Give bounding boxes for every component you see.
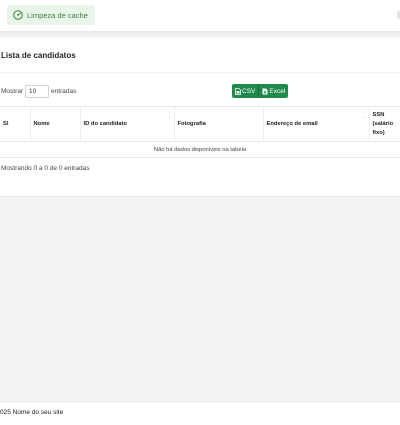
csv-file-icon <box>235 87 241 95</box>
column-label: Fotografia <box>177 120 206 127</box>
table-row: Não há dados disponíveis na tabela <box>0 141 400 158</box>
column-header-photo[interactable]: Fotografia <box>173 106 263 142</box>
table-header-row: Sl Nome ID do candidato ↑ ↓ Fotografia En… <box>0 106 400 142</box>
top-bar: Limpeza de cache <box>0 0 400 32</box>
entries-length-control: Mostrar 10 entradas <box>1 85 76 98</box>
clear-cache-label: Limpeza de cache <box>27 10 88 20</box>
table-info: Mostrando 0 a 0 de 0 entradas <box>1 165 90 172</box>
export-buttons: CSV Excel <box>232 84 289 98</box>
csv-label: CSV <box>242 87 256 95</box>
excel-label: Excel <box>269 87 286 95</box>
csv-button[interactable]: CSV <box>232 84 258 98</box>
column-label: Endereço de email <box>266 120 318 127</box>
gauge-icon <box>13 10 23 20</box>
page-title: Lista de candidatos <box>1 51 76 60</box>
column-header-name[interactable]: Nome <box>29 106 80 142</box>
column-label: ID do candidato <box>83 120 127 127</box>
sort-icon: ↑ ↓ <box>168 110 171 120</box>
column-header-sl[interactable]: Sl <box>0 106 30 142</box>
empty-table-message: Não há dados disponíveis na tabela <box>0 141 400 158</box>
card-divider <box>0 72 400 73</box>
column-header-candidate-id[interactable]: ID do candidato ↑ ↓ <box>79 106 174 142</box>
sort-icon: ↑ ↓ <box>363 110 366 120</box>
length-prefix: Mostrar <box>1 88 24 95</box>
column-label: Nome <box>33 120 50 127</box>
footer: 025 Nome do seu site <box>0 401 400 425</box>
column-label: Sl <box>3 120 9 127</box>
excel-file-icon <box>262 88 268 95</box>
column-label: SSN (salário fixo) <box>372 111 394 136</box>
column-header-ssn[interactable]: SSN (salário fixo) <box>368 106 400 142</box>
entries-select[interactable]: 10 <box>25 85 50 98</box>
candidates-table: Sl Nome ID do candidato ↑ ↓ Fotografia En… <box>0 106 400 158</box>
footer-copyright: 025 Nome do seu site <box>0 409 64 416</box>
excel-button[interactable]: Excel <box>258 84 288 98</box>
clear-cache-button[interactable]: Limpeza de cache <box>7 5 95 25</box>
column-header-email[interactable]: Endereço de email ↑ ↓ <box>262 106 369 142</box>
candidates-card: Lista de candidatos Mostrar 10 entradas … <box>0 38 400 197</box>
length-suffix: entradas <box>51 88 77 95</box>
